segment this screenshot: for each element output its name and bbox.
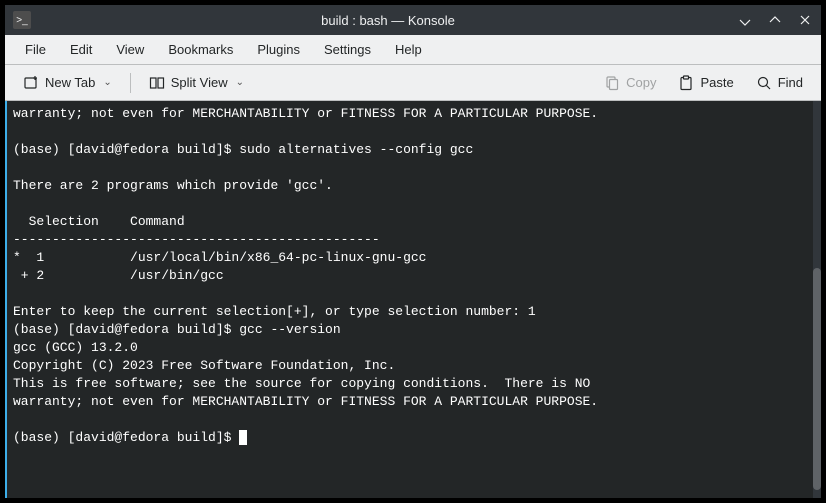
split-view-button[interactable]: Split View ⌄	[141, 71, 252, 95]
split-view-label: Split View	[171, 75, 228, 90]
menu-view[interactable]: View	[106, 38, 154, 61]
terminal-line: * 1 /usr/local/bin/x86_64-pc-linux-gnu-g…	[13, 250, 426, 265]
terminal-line: warranty; not even for MERCHANTABILITY o…	[13, 394, 598, 409]
split-view-icon	[149, 75, 165, 91]
new-tab-label: New Tab	[45, 75, 95, 90]
menu-help[interactable]: Help	[385, 38, 432, 61]
terminal-line: Enter to keep the current selection[+], …	[13, 304, 536, 319]
menu-edit[interactable]: Edit	[60, 38, 102, 61]
new-tab-button[interactable]: New Tab ⌄	[15, 71, 120, 95]
terminal-line: This is free software; see the source fo…	[13, 376, 590, 391]
close-button[interactable]	[797, 12, 813, 28]
menu-settings[interactable]: Settings	[314, 38, 381, 61]
terminal-line: Copyright (C) 2023 Free Software Foundat…	[13, 358, 395, 373]
menu-plugins[interactable]: Plugins	[247, 38, 310, 61]
toolbar: New Tab ⌄ Split View ⌄ Copy	[5, 65, 821, 101]
toolbar-divider	[130, 73, 131, 93]
terminal-line: + 2 /usr/bin/gcc	[13, 268, 224, 283]
new-tab-icon	[23, 75, 39, 91]
titlebar: >_ build : bash — Konsole	[5, 5, 821, 35]
terminal-viewport[interactable]: warranty; not even for MERCHANTABILITY o…	[5, 101, 821, 498]
menu-bookmarks[interactable]: Bookmarks	[158, 38, 243, 61]
maximize-button[interactable]	[767, 12, 783, 28]
chevron-down-icon: ⌄	[103, 77, 111, 88]
menubar: File Edit View Bookmarks Plugins Setting…	[5, 35, 821, 65]
toolbar-right-group: Copy Paste Find	[596, 71, 811, 95]
terminal-line: Selection Command	[13, 214, 185, 229]
window-controls	[737, 12, 813, 28]
find-label: Find	[778, 75, 803, 90]
copy-button[interactable]: Copy	[596, 71, 664, 95]
paste-icon	[678, 75, 694, 91]
terminal-line: (base) [david@fedora build]$	[13, 430, 239, 445]
paste-label: Paste	[700, 75, 733, 90]
scrollbar[interactable]	[813, 101, 821, 498]
terminal-line: warranty; not even for MERCHANTABILITY o…	[13, 106, 598, 121]
scrollbar-thumb[interactable]	[813, 268, 821, 490]
find-button[interactable]: Find	[748, 71, 811, 95]
terminal-line: (base) [david@fedora build]$ sudo altern…	[13, 142, 473, 157]
menu-file[interactable]: File	[15, 38, 56, 61]
terminal-cursor	[239, 430, 247, 445]
window-title: build : bash — Konsole	[39, 13, 737, 28]
terminal-line: There are 2 programs which provide 'gcc'…	[13, 178, 333, 193]
terminal-line: gcc (GCC) 13.2.0	[13, 340, 138, 355]
terminal-line: ----------------------------------------…	[13, 232, 380, 247]
terminal-line: (base) [david@fedora build]$ gcc --versi…	[13, 322, 341, 337]
chevron-down-icon: ⌄	[236, 77, 244, 88]
app-window: >_ build : bash — Konsole File Edit View…	[0, 0, 826, 503]
paste-button[interactable]: Paste	[670, 71, 741, 95]
search-icon	[756, 75, 772, 91]
app-icon: >_	[13, 11, 31, 29]
copy-icon	[604, 75, 620, 91]
minimize-button[interactable]	[737, 12, 753, 28]
toolbar-left-group: New Tab ⌄ Split View ⌄	[15, 71, 252, 95]
copy-label: Copy	[626, 75, 656, 90]
